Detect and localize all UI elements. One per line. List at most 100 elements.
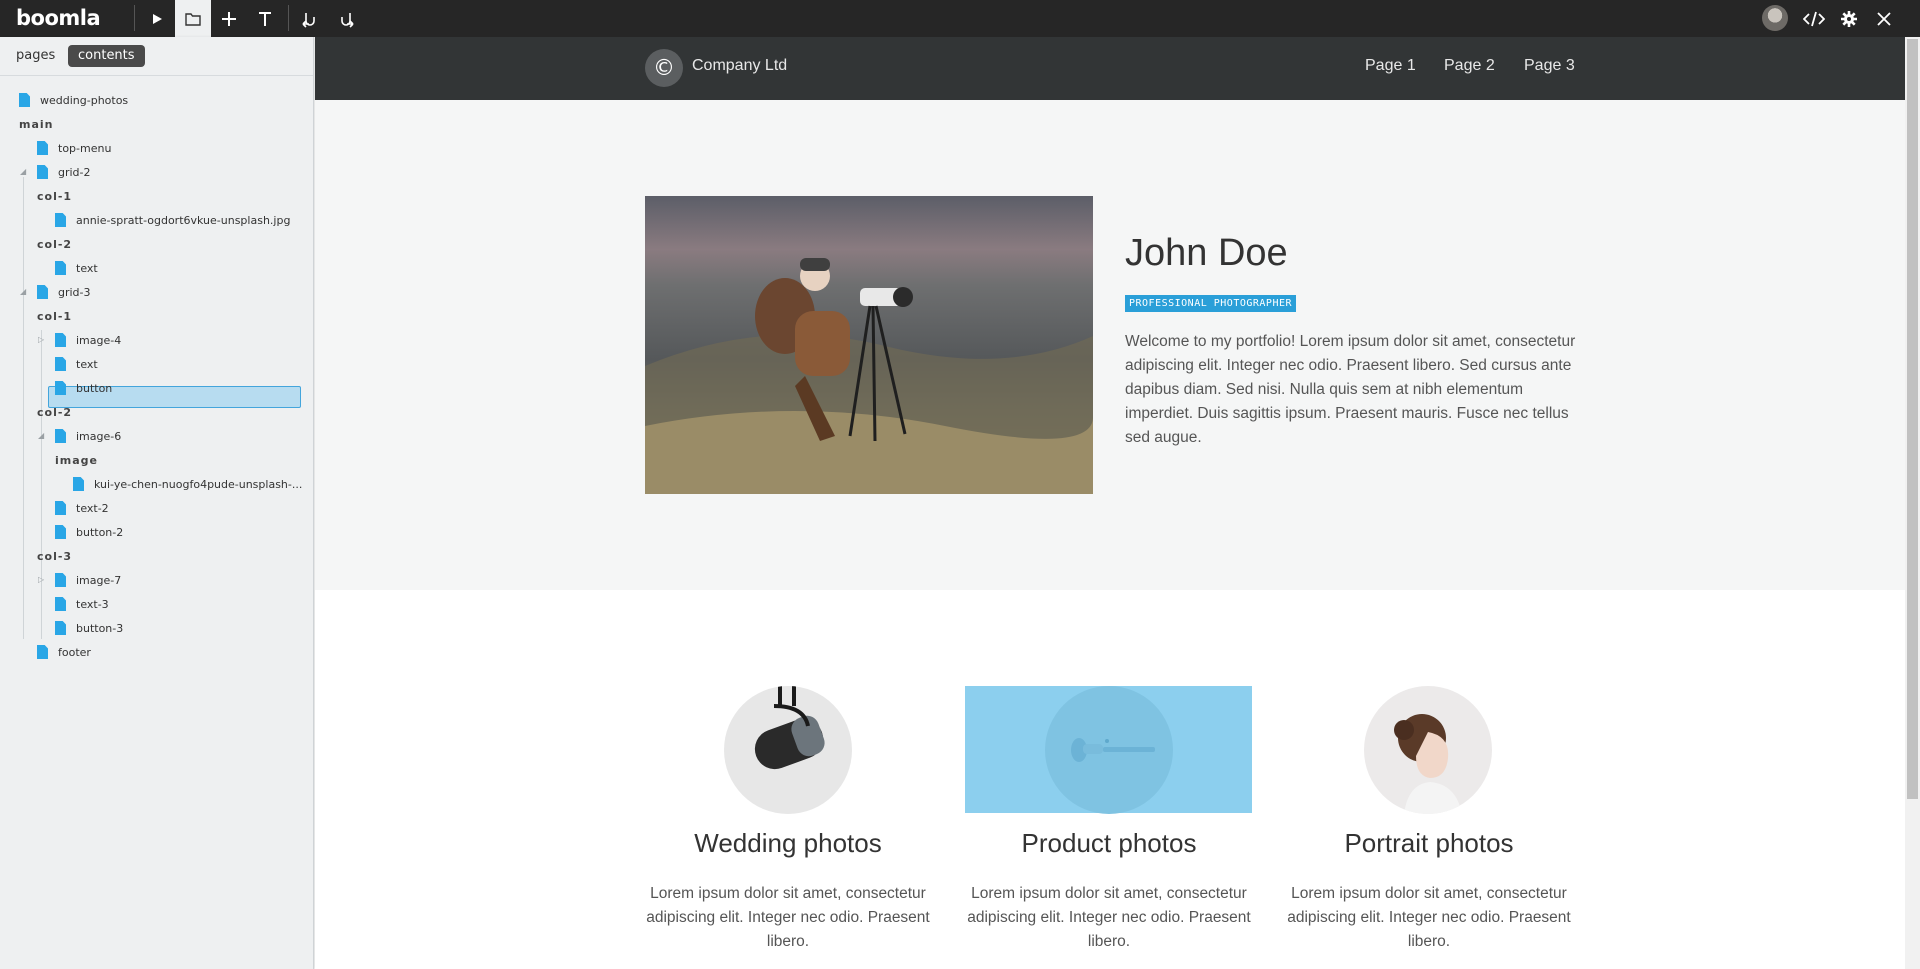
file-icon (55, 621, 66, 635)
service-text-product: Lorem ipsum dolor sit amet, consectetur … (967, 885, 1251, 950)
tree-node[interactable]: button-2 (55, 522, 123, 542)
portrait-illustration (1394, 714, 1462, 814)
tree-node-label: kui-ye-chen-nuogfo4pude-unsplash-... (94, 477, 303, 491)
file-icon (37, 141, 48, 155)
tree-node-label: grid-3 (58, 285, 91, 299)
file-icon (37, 645, 48, 659)
portrait-image[interactable] (1364, 686, 1492, 814)
play-button[interactable] (139, 0, 175, 37)
brand-logo-icon[interactable]: © (645, 49, 683, 87)
tree-group: col-1 (37, 306, 72, 326)
hero-description: Welcome to my portfolio! Lorem ipsum dol… (1125, 333, 1576, 446)
add-button[interactable] (211, 0, 247, 37)
text-icon (259, 11, 271, 26)
photographer-illustration (645, 258, 1093, 494)
app-logo: boomla (16, 6, 101, 30)
tree-group-label: col-2 (37, 405, 73, 419)
file-icon (55, 597, 66, 611)
file-icon (55, 213, 66, 227)
file-icon (55, 381, 66, 395)
code-icon (1803, 11, 1825, 26)
app-toolbar: boomla (0, 0, 1920, 37)
service-title-portrait: Portrait photos (1344, 828, 1514, 858)
tree-node[interactable]: kui-ye-chen-nuogfo4pude-unsplash-... (73, 474, 302, 494)
microphone-image[interactable] (724, 686, 852, 814)
undo-button[interactable] (292, 0, 328, 37)
tree-node-label: text (76, 261, 98, 275)
profession-badge: PROFESSIONAL PHOTOGRAPHER (1125, 295, 1297, 312)
tree-node[interactable]: button-3 (55, 618, 123, 638)
close-button[interactable] (1866, 0, 1902, 37)
file-icon (55, 357, 66, 371)
tree-node[interactable]: image-4 (55, 330, 121, 350)
hero-section (315, 100, 1905, 590)
tree-node[interactable]: wedding-photos (19, 90, 128, 110)
expand-toggle-icon[interactable]: ◢ (38, 431, 44, 440)
gear-icon (1841, 10, 1857, 27)
play-icon (153, 13, 162, 24)
tree-node[interactable]: footer (37, 642, 91, 662)
tree-node-label: footer (58, 645, 91, 659)
nav-link-page-3[interactable]: Page 3 (1524, 57, 1575, 75)
tab-contents[interactable]: contents (68, 45, 145, 67)
file-icon (19, 93, 30, 107)
toolbar-divider (288, 5, 289, 31)
file-icon (55, 525, 66, 539)
tree-group-label: image (55, 453, 98, 467)
tree-node[interactable]: text (55, 258, 98, 278)
nav-link-page-2[interactable]: Page 2 (1444, 57, 1495, 75)
tree-node[interactable]: top-menu (37, 138, 111, 158)
tree-node[interactable]: text-2 (55, 498, 109, 518)
file-icon (55, 573, 66, 587)
tree-node-label: image-4 (76, 333, 122, 347)
tree-node-label: button (76, 381, 113, 395)
collapse-toggle-icon[interactable]: ▷ (38, 575, 44, 584)
tree-group-label: col-2 (37, 237, 73, 251)
tree-node[interactable]: image-7 (55, 570, 121, 590)
tree-node[interactable]: annie-spratt-ogdort6vkue-unsplash.jpg (55, 210, 290, 230)
contents-button[interactable] (175, 0, 211, 37)
tree-node-label: image-6 (76, 429, 122, 443)
tree-group-label: col-1 (37, 189, 73, 203)
close-icon (1877, 11, 1891, 26)
redo-icon (341, 12, 354, 28)
plus-icon (222, 11, 236, 26)
tree-group-label: main (19, 117, 54, 131)
settings-button[interactable] (1831, 0, 1867, 37)
expand-toggle-icon[interactable]: ◢ (20, 167, 26, 176)
redo-button[interactable] (328, 0, 364, 37)
microphone-illustration (754, 686, 825, 770)
tree-node-label: button-3 (76, 621, 124, 635)
nav-link-page-1[interactable]: Page 1 (1365, 57, 1416, 75)
expand-toggle-icon[interactable]: ◢ (20, 287, 26, 296)
page-scrollbar-thumb[interactable] (1907, 39, 1918, 799)
tree-node-label: annie-spratt-ogdort6vkue-unsplash.jpg (76, 213, 291, 227)
tree-node[interactable]: grid-2 (37, 162, 91, 182)
service-title-product: Product photos (1021, 828, 1197, 858)
tree-group: col-3 (37, 546, 72, 566)
tree-node-label: top-menu (58, 141, 112, 155)
toolbar-divider (134, 5, 135, 31)
service-text-portrait: Lorem ipsum dolor sit amet, consectetur … (1287, 885, 1571, 950)
tree-node-selected[interactable]: image-6 (55, 426, 121, 446)
tree-node[interactable]: button (55, 378, 112, 398)
tree-group: col-2 (37, 402, 72, 422)
file-icon (55, 429, 66, 443)
collapse-toggle-icon[interactable]: ▷ (38, 335, 44, 344)
text-button[interactable] (247, 0, 283, 37)
undo-icon (302, 12, 315, 28)
brand-name[interactable]: Company Ltd (692, 57, 787, 75)
file-icon (37, 285, 48, 299)
tree-group: image (55, 450, 98, 470)
tree-group: col-1 (37, 186, 72, 206)
tree-node[interactable]: text-3 (55, 594, 109, 614)
earbuds-image[interactable] (1045, 686, 1173, 814)
tree-node[interactable]: text (55, 354, 98, 374)
tree-node-label: image-7 (76, 573, 122, 587)
tree-guide (41, 330, 42, 639)
photographer-image[interactable] (645, 196, 1093, 494)
tree-node[interactable]: grid-3 (37, 282, 91, 302)
user-avatar[interactable] (1762, 5, 1788, 31)
tab-pages[interactable]: pages (6, 45, 65, 67)
code-button[interactable] (1796, 0, 1832, 37)
